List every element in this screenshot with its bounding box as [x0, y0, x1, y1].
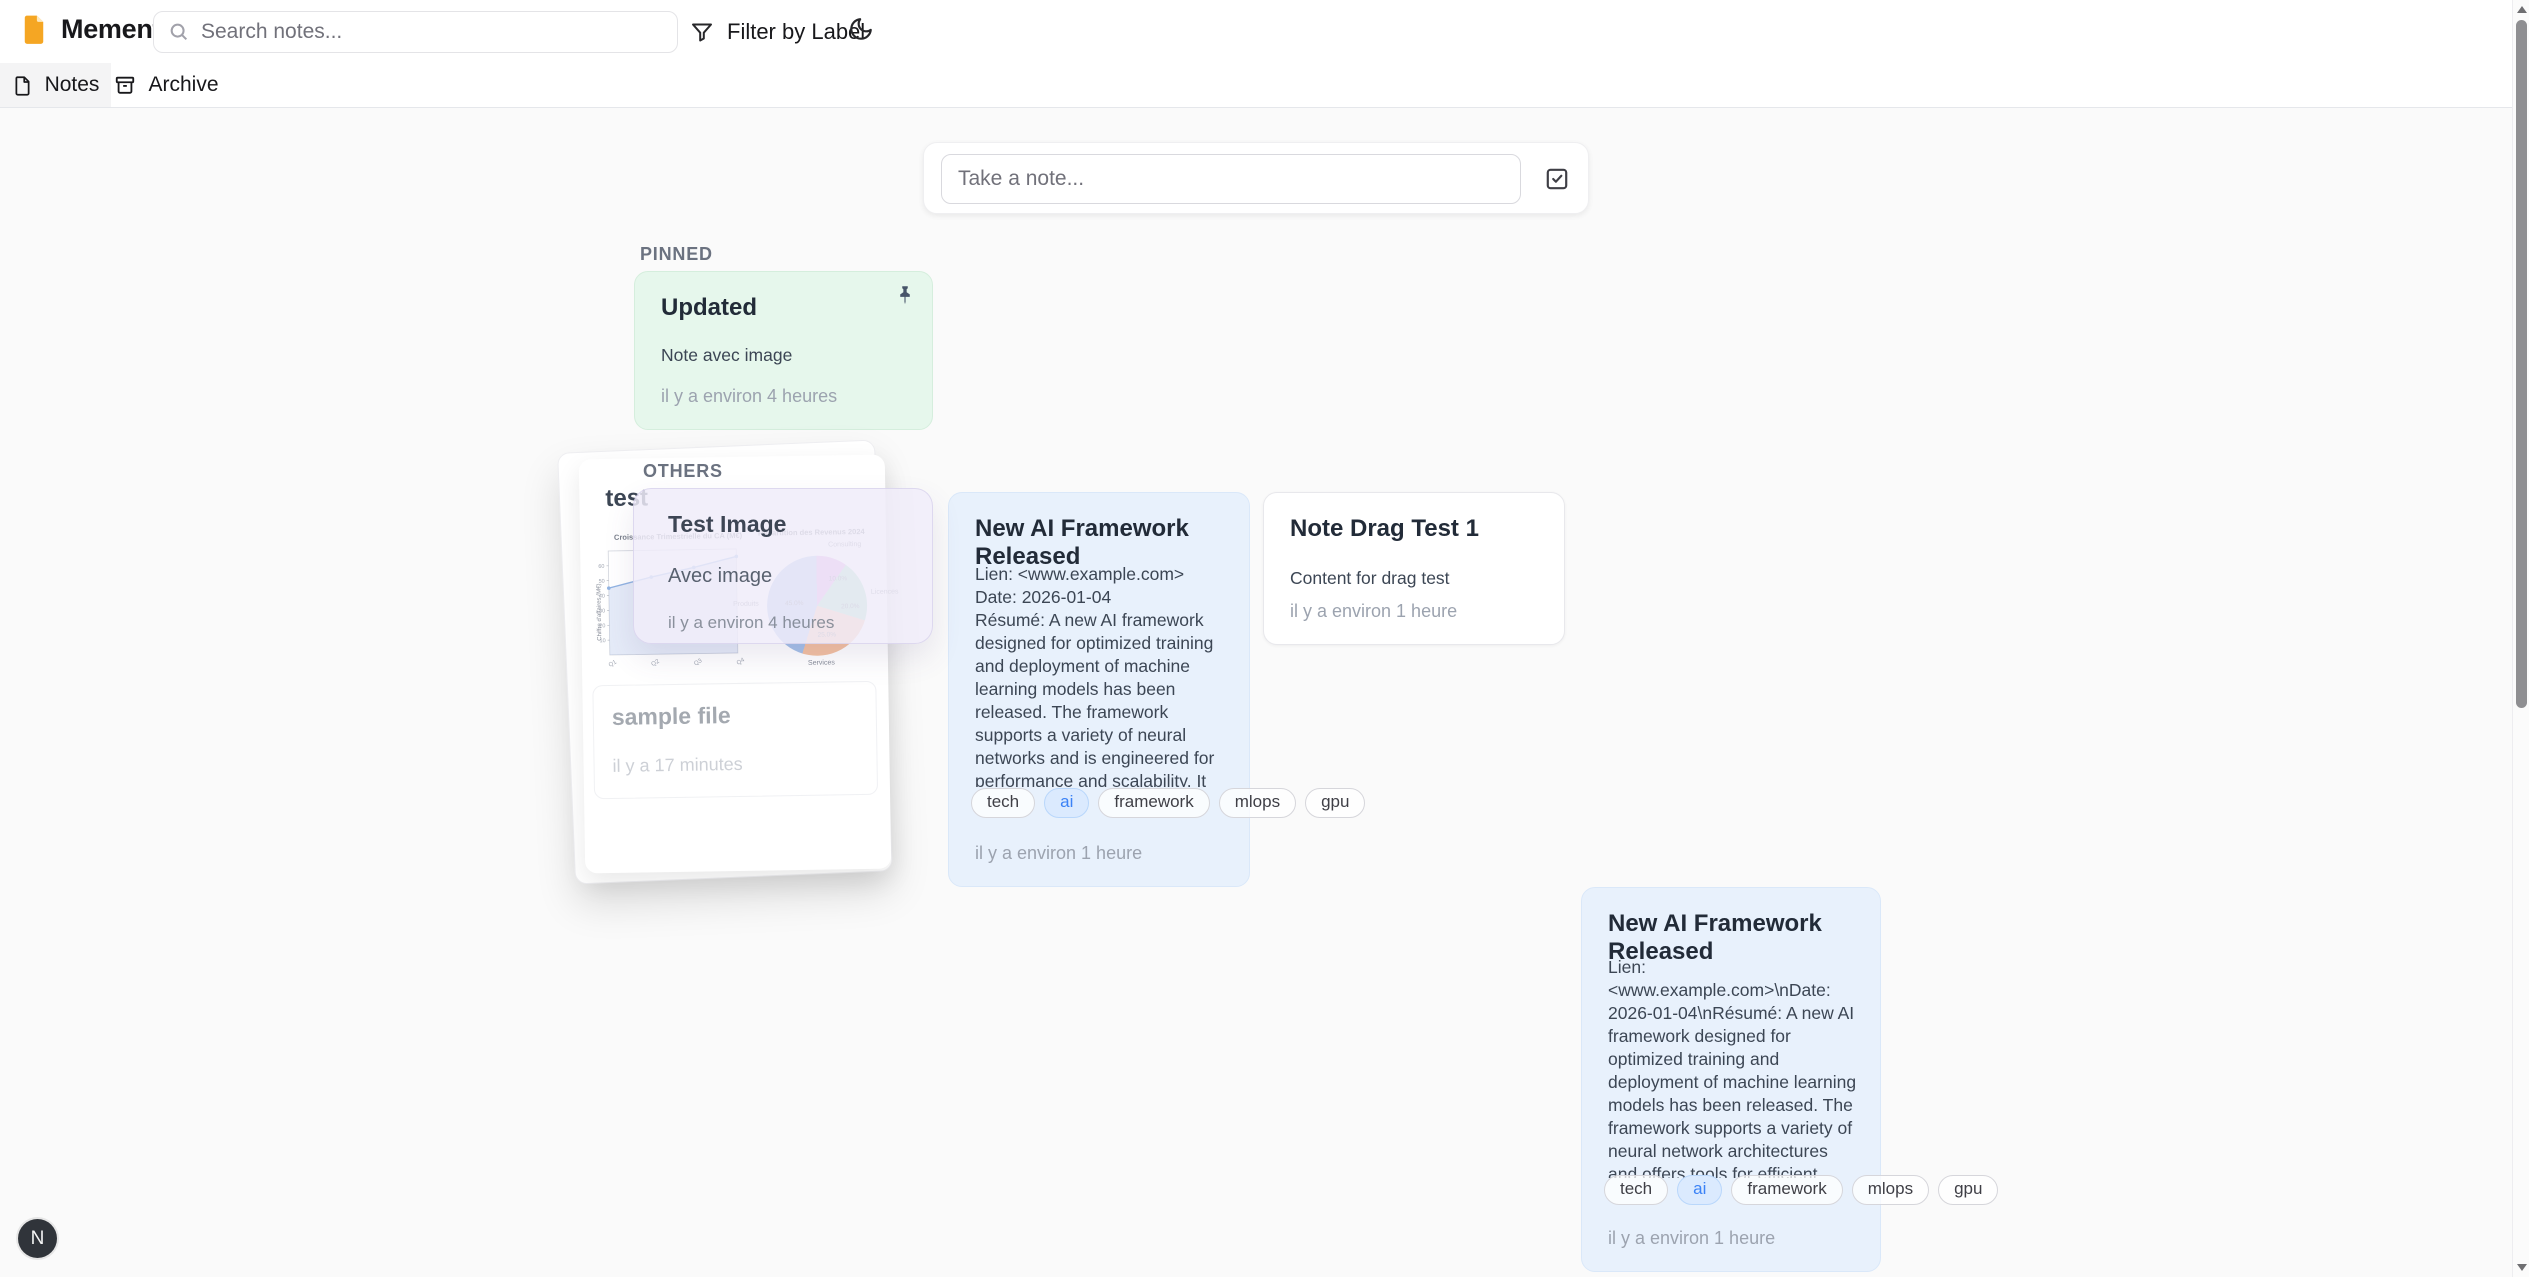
note-card-updated[interactable]: Updated Note avec image il y a environ 4… — [634, 271, 933, 430]
ghost-title: Test Image — [668, 511, 786, 538]
tag-list: techai framework mlops gpu — [1604, 1175, 1998, 1205]
header: Memento Filter by Label — [0, 0, 2529, 63]
search-bar — [153, 11, 678, 53]
note-timestamp: il y a environ 1 heure — [1290, 601, 1457, 622]
tag-pill-framework[interactable]: framework — [1731, 1175, 1842, 1205]
note-title: Updated — [661, 294, 757, 322]
note-content: Content for drag test — [1290, 567, 1542, 590]
scrollbar-down-arrow[interactable] — [2517, 1264, 2527, 1271]
memento-app: Memento Filter by Label Notes — [0, 0, 2529, 1277]
filter-by-label-text: Filter by Label — [727, 19, 865, 45]
tag-pill-ai[interactable]: ai — [1677, 1175, 1722, 1205]
svg-text:Q2: Q2 — [651, 658, 662, 668]
filter-by-label-button[interactable]: Filter by Label — [690, 12, 865, 52]
take-a-note-input[interactable] — [941, 154, 1521, 204]
note-timestamp: il y a environ 1 heure — [975, 843, 1142, 864]
note-card-ai-framework-duplicate[interactable]: New AI Framework Released Lien: <www.exa… — [1581, 887, 1881, 1272]
note-card-drag-test-1[interactable]: Note Drag Test 1 Content for drag test i… — [1263, 492, 1565, 645]
tag-pill-gpu[interactable]: gpu — [1305, 788, 1365, 818]
tag-list: techai framework mlops gpu — [971, 788, 1365, 818]
note-timestamp: il y a environ 1 heure — [1608, 1228, 1775, 1249]
vertical-scrollbar — [2512, 0, 2529, 1277]
others-section-label: OTHERS — [643, 461, 723, 482]
svg-text:20: 20 — [599, 623, 605, 629]
tab-archive[interactable]: Archive — [111, 63, 222, 107]
svg-text:40: 40 — [599, 594, 605, 600]
note-card-sample-file-faded[interactable]: sample file il y a 17 minutes — [592, 681, 878, 799]
dark-mode-toggle[interactable] — [848, 16, 874, 42]
scrollbar-up-arrow[interactable] — [2517, 6, 2527, 13]
note-title: sample file — [612, 702, 731, 731]
file-logo-icon — [20, 15, 48, 45]
note-timestamp: il y a 17 minutes — [612, 754, 742, 777]
svg-text:30: 30 — [599, 608, 605, 614]
tag-pill-tech[interactable]: tech — [971, 788, 1035, 818]
tag-pill-gpu[interactable]: gpu — [1938, 1175, 1998, 1205]
user-avatar[interactable]: N — [18, 1219, 57, 1258]
svg-text:60: 60 — [598, 564, 604, 570]
svg-text:50: 50 — [599, 579, 605, 585]
ghost-content: Avec image — [668, 565, 772, 588]
svg-text:Q3: Q3 — [693, 658, 704, 668]
scrollbar-thumb[interactable] — [2516, 20, 2527, 708]
note-title: Note Drag Test 1 — [1290, 515, 1479, 543]
tag-pill-framework[interactable]: framework — [1098, 788, 1209, 818]
note-composer — [923, 142, 1589, 214]
funnel-icon — [690, 20, 714, 44]
tag-pill-mlops[interactable]: mlops — [1219, 788, 1296, 818]
tab-archive-label: Archive — [148, 73, 218, 97]
ghost-timestamp: il y a environ 4 heures — [668, 613, 834, 633]
svg-text:Q4: Q4 — [736, 657, 746, 667]
checklist-toggle-button[interactable] — [1544, 166, 1570, 192]
tab-notes-label: Notes — [45, 73, 100, 97]
note-timestamp: il y a environ 4 heures — [661, 386, 837, 407]
note-file-icon — [12, 75, 33, 96]
note-content: Lien: <www.example.com>\nDate: 2026-01-0… — [1608, 956, 1858, 1178]
pin-icon[interactable] — [894, 284, 916, 306]
note-content: Lien: <www.example.com> Date: 2026-01-04… — [975, 563, 1227, 787]
svg-text:10: 10 — [599, 638, 605, 644]
search-icon — [168, 21, 190, 43]
pinned-section-label: PINNED — [640, 244, 713, 265]
tag-pill-ai[interactable]: ai — [1044, 788, 1089, 818]
archive-icon — [114, 74, 136, 96]
note-card-ai-framework[interactable]: New AI Framework Released Lien: <www.exa… — [948, 492, 1250, 887]
search-input[interactable] — [201, 20, 663, 44]
tag-pill-tech[interactable]: tech — [1604, 1175, 1668, 1205]
tag-pill-mlops[interactable]: mlops — [1852, 1175, 1929, 1205]
drag-ghost-card: Test Image Avec image il y a environ 4 h… — [633, 488, 933, 644]
moon-icon — [848, 16, 874, 42]
tab-bar: Notes Archive — [0, 63, 2529, 108]
tab-notes[interactable]: Notes — [0, 63, 111, 107]
svg-text:Q1: Q1 — [608, 659, 619, 669]
note-content: Note avec image — [661, 344, 910, 367]
